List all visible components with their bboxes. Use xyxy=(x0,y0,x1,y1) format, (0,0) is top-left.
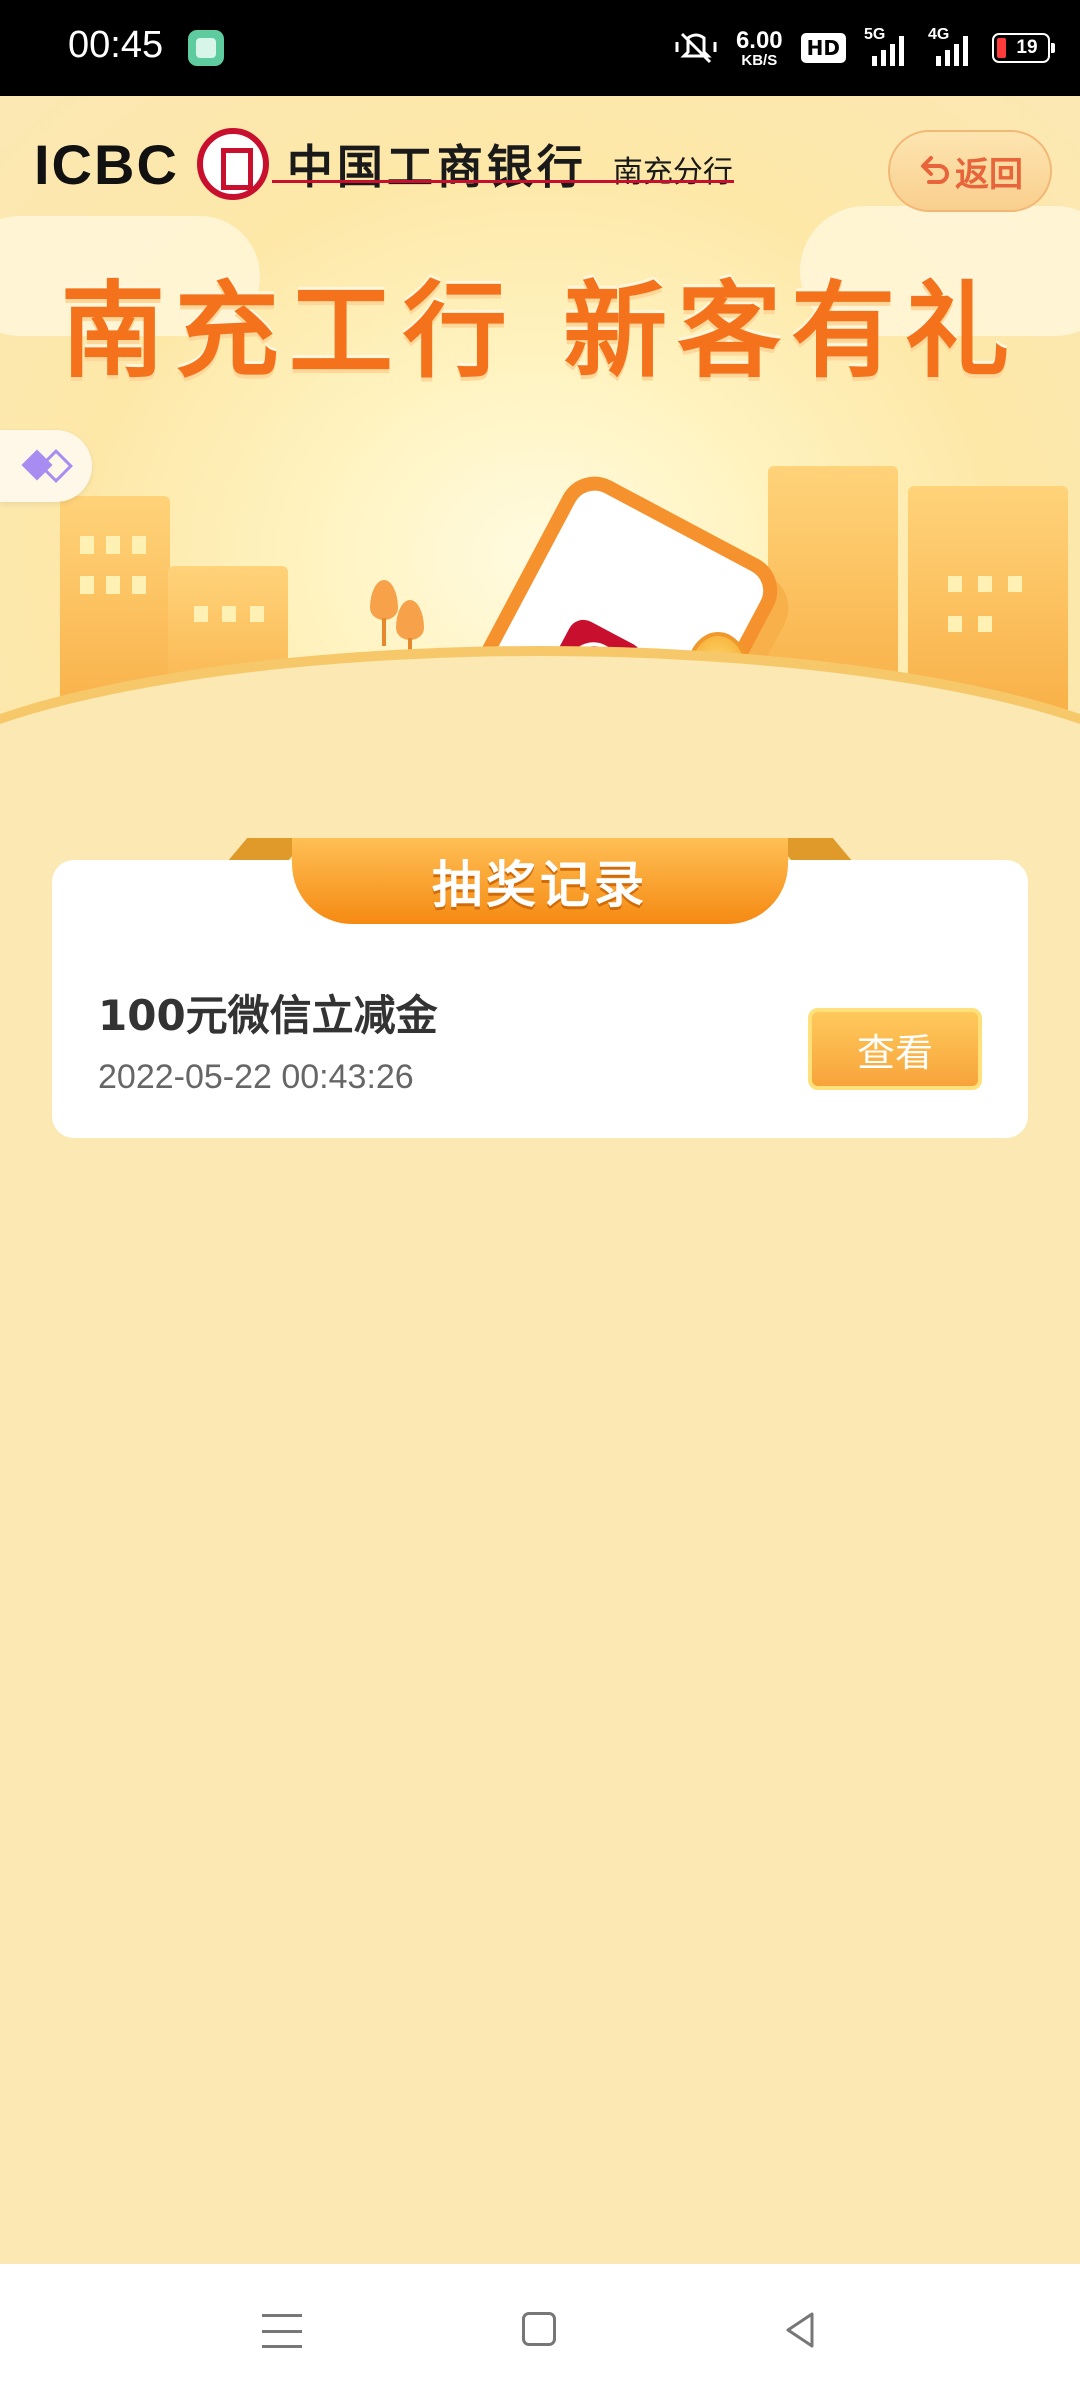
section-title: 抽奖记录 xyxy=(292,838,788,924)
undo-arrow-icon xyxy=(921,156,949,184)
hero-banner: ICBC 中国工商银行 南充分行 返回 南充工行 新客有礼 xyxy=(0,96,1080,796)
home-icon[interactable] xyxy=(522,2312,556,2346)
mute-vibrate-icon xyxy=(675,32,717,64)
net-speed-unit: KB/S xyxy=(741,51,778,69)
hd-icon: HD xyxy=(800,33,846,63)
hero-headline: 南充工行 新客有礼 xyxy=(60,270,1020,392)
back-icon[interactable] xyxy=(778,2308,822,2352)
system-nav-bar xyxy=(0,2264,1080,2400)
signal-5g-label: 5G xyxy=(864,26,886,43)
signal-4g-label: 4G xyxy=(928,26,950,43)
status-icons: 6.00 KB/S HD 5G 4G 19 xyxy=(674,22,1055,74)
tree-decoration xyxy=(396,600,424,666)
back-label: 返回 xyxy=(955,154,1023,195)
signal-4g-icon: 4G xyxy=(928,26,974,66)
net-speed: 6.00 KB/S xyxy=(735,26,783,69)
battery-icon: 19 xyxy=(992,33,1055,63)
side-float-handle[interactable] xyxy=(0,430,92,502)
signal-5g-icon: 5G xyxy=(864,26,910,66)
status-time: 00:45 xyxy=(68,24,164,66)
icbc-logo-icon xyxy=(196,128,269,200)
back-button[interactable]: 返回 xyxy=(888,130,1052,212)
prize-title: 100元微信立减金 xyxy=(98,991,438,1040)
brand-en: ICBC xyxy=(34,132,179,196)
brand-cn: 中国工商银行 xyxy=(286,140,587,194)
view-button[interactable]: 查看 xyxy=(808,1008,982,1090)
logo-underline xyxy=(272,180,734,183)
net-speed-value: 6.00 xyxy=(735,26,783,54)
battery-level: 19 xyxy=(1016,37,1038,58)
menu-icon[interactable] xyxy=(262,2314,302,2348)
prize-timestamp: 2022-05-22 00:43:26 xyxy=(98,1058,414,1096)
bank-logo: ICBC 中国工商银行 南充分行 xyxy=(34,124,733,204)
app-icon xyxy=(188,30,224,66)
status-bar: 00:45 6.00 KB/S HD 5G 4G 19 xyxy=(0,0,1080,96)
tree-decoration xyxy=(370,580,398,646)
branch-name: 南充分行 xyxy=(612,155,733,190)
